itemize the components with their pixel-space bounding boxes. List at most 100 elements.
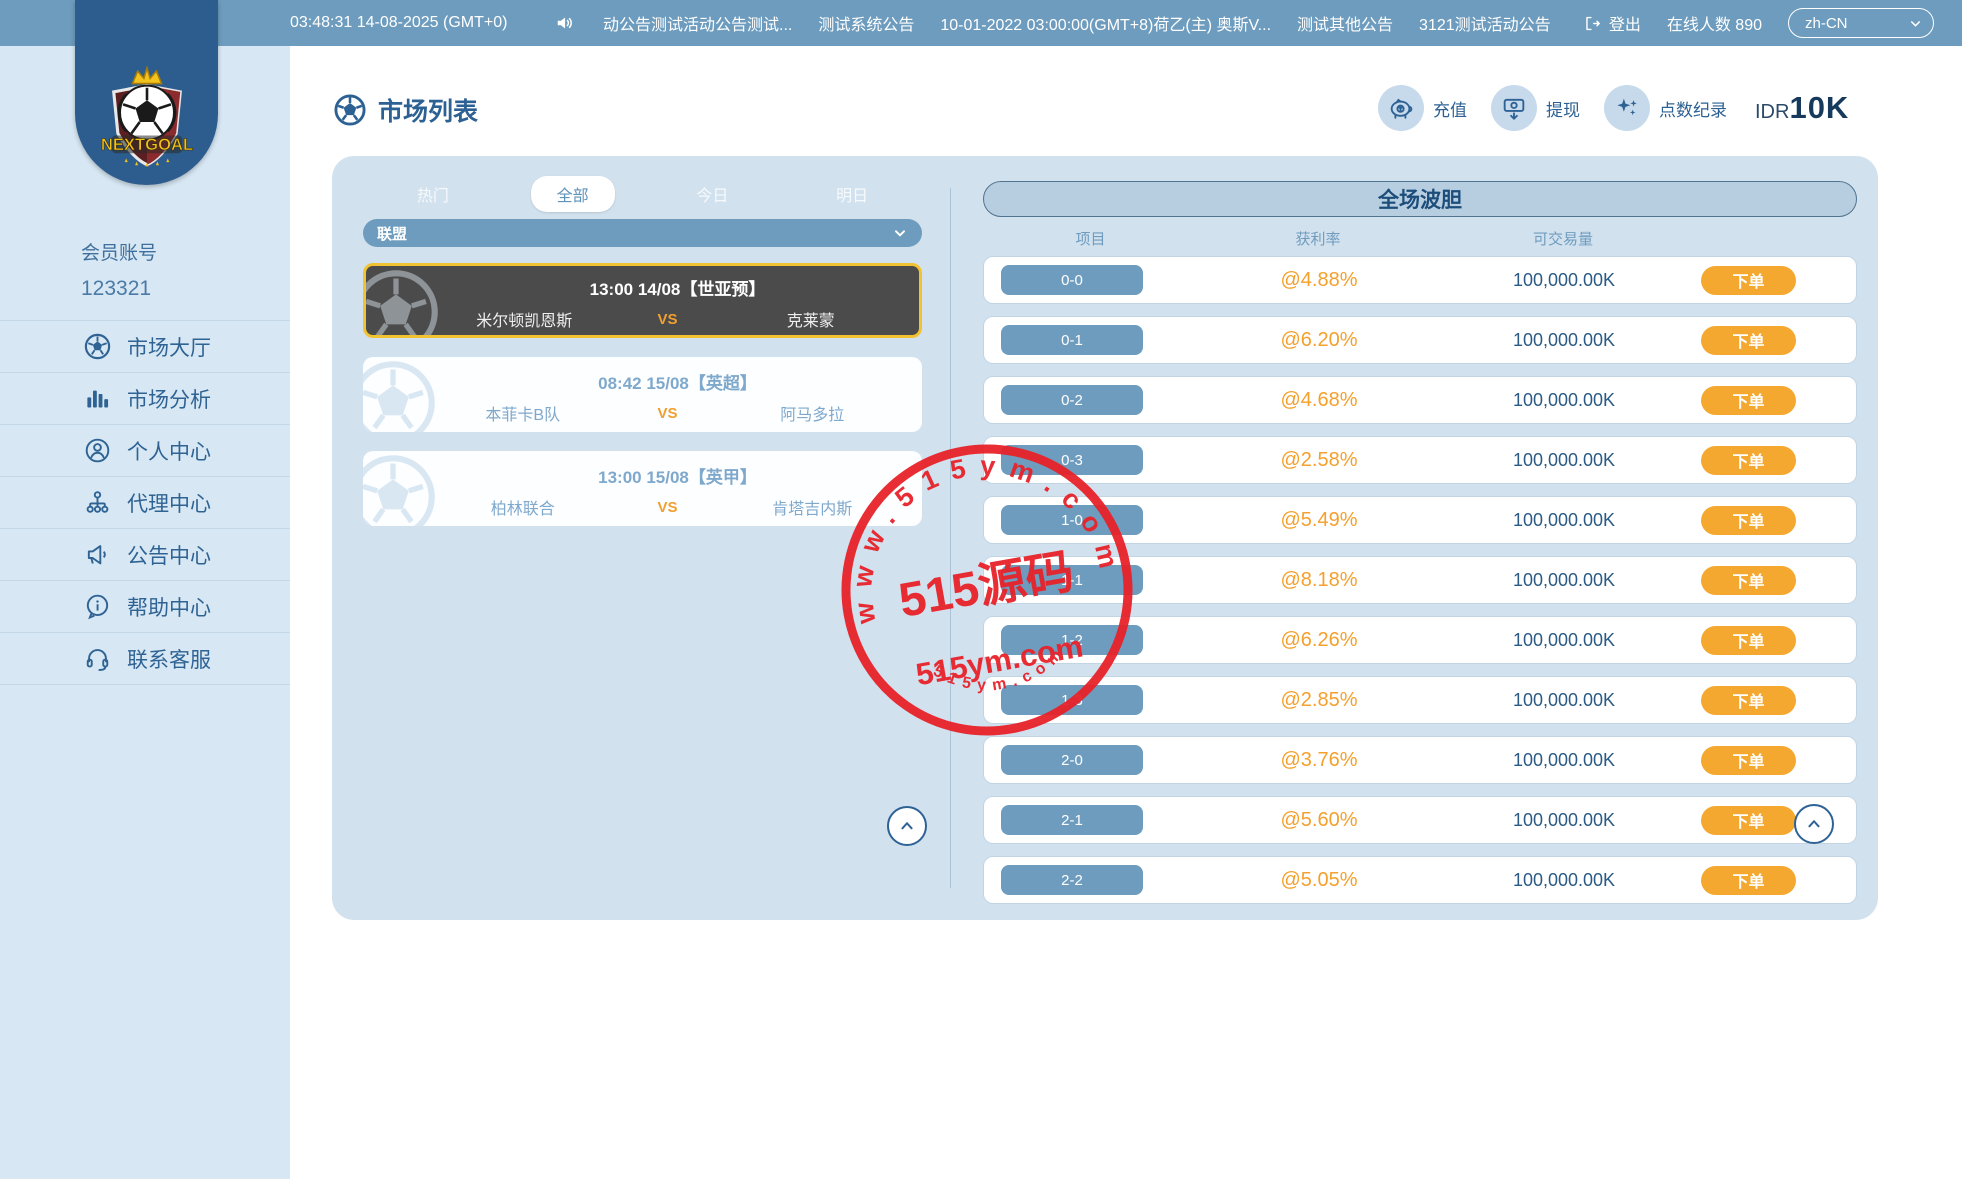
place-order-button[interactable]: 下单	[1701, 686, 1796, 715]
place-order-button[interactable]: 下单	[1701, 326, 1796, 355]
announcement-item: 10-01-2022 03:00:00(GMT+8)荷乙(主) 奥斯V...	[940, 11, 1271, 35]
odds-row: 2-0 @3.76% 100,000.00K 下单	[983, 736, 1857, 784]
profit-rate: @4.68%	[1199, 389, 1439, 412]
sidebar: 会员账号 123321 市场大厅 市场分析 个人中心 代理中心 公告中心 帮助中…	[0, 46, 290, 1179]
tradeable-volume: 100,000.00K	[1439, 330, 1689, 351]
market-tab[interactable]: 今日	[643, 178, 783, 210]
odds-row: 0-0 @4.88% 100,000.00K 下单	[983, 256, 1857, 304]
sidebar-item-label: 帮助中心	[127, 592, 211, 622]
announcement-ticker: 动公告测试活动公告测试... 测试系统公告 10-01-2022 03:00:00(…	[555, 0, 1595, 46]
odds-panel: 全场波胆 项目 获利率 可交易量 0-0 @4.88% 100,000.00K …	[983, 156, 1857, 920]
server-time: 03:48:31 14-08-2025 (GMT+0)	[290, 0, 507, 46]
header-action[interactable]: 充值	[1378, 85, 1467, 131]
profit-rate: @5.60%	[1199, 809, 1439, 832]
sidebar-item[interactable]: 代理中心	[0, 476, 290, 528]
place-order-button[interactable]: 下单	[1701, 746, 1796, 775]
odds-row: 2-1 @5.60% 100,000.00K 下单	[983, 796, 1857, 844]
match-list-panel: 热门 全部 今日 明日 联盟 13:00 14/08【世亚预】 米尔顿凯恩斯 V…	[363, 156, 922, 920]
match-card[interactable]: 08:42 15/08【英超】 本菲卡B队 VS 阿马多拉	[363, 357, 922, 432]
announcement-item: 测试系统公告	[818, 11, 914, 35]
place-order-button[interactable]: 下单	[1701, 626, 1796, 655]
match-time-league: 13:00 15/08【英甲】	[453, 463, 902, 488]
header-action-label: 充值	[1433, 96, 1467, 121]
agent-network-icon	[84, 489, 111, 516]
sidebar-item[interactable]: 个人中心	[0, 424, 290, 476]
odds-column-headers: 项目 获利率 可交易量	[983, 228, 1857, 249]
sidebar-item-label: 公告中心	[127, 540, 211, 570]
odds-row: 2-2 @5.05% 100,000.00K 下单	[983, 856, 1857, 904]
scroll-top-button-left[interactable]	[887, 806, 927, 846]
place-order-button[interactable]: 下单	[1701, 806, 1796, 835]
tradeable-volume: 100,000.00K	[1439, 690, 1689, 711]
column-header-volume: 可交易量	[1438, 228, 1688, 249]
odds-rows: 0-0 @4.88% 100,000.00K 下单 0-1 @6.20% 100…	[983, 256, 1857, 904]
market-container: 热门 全部 今日 明日 联盟 13:00 14/08【世亚预】 米尔顿凯恩斯 V…	[332, 156, 1878, 920]
sidebar-item-label: 市场大厅	[127, 332, 211, 362]
sidebar-item[interactable]: 市场分析	[0, 372, 290, 424]
language-value: zh-CN	[1805, 15, 1848, 32]
vs-label: VS	[623, 311, 713, 328]
away-team: 肯塔吉内斯	[713, 495, 913, 519]
points-record-icon	[1604, 85, 1650, 131]
score-pill: 0-3	[1001, 445, 1143, 475]
tradeable-volume: 100,000.00K	[1439, 630, 1689, 651]
place-order-button[interactable]: 下单	[1701, 386, 1796, 415]
help-icon	[84, 593, 111, 620]
home-team: 本菲卡B队	[423, 401, 623, 425]
logout-label: 登出	[1609, 11, 1641, 35]
chevron-down-icon	[892, 225, 908, 241]
place-order-button[interactable]: 下单	[1701, 566, 1796, 595]
odds-row: 0-1 @6.20% 100,000.00K 下单	[983, 316, 1857, 364]
match-time-league: 08:42 15/08【英超】	[453, 369, 902, 394]
bar-chart-icon	[84, 385, 111, 412]
sidebar-item-label: 个人中心	[127, 436, 211, 466]
match-list: 13:00 14/08【世亚预】 米尔顿凯恩斯 VS 克莱蒙 08:42 15/…	[363, 263, 922, 526]
language-select[interactable]: zh-CN	[1788, 8, 1934, 38]
svg-text:NEXTGOAL: NEXTGOAL	[100, 135, 192, 154]
odds-row: 1-0 @5.49% 100,000.00K 下单	[983, 496, 1857, 544]
tradeable-volume: 100,000.00K	[1439, 870, 1689, 891]
logout-button[interactable]: 登出	[1583, 11, 1641, 35]
market-tabs: 热门 全部 今日 明日	[363, 178, 922, 210]
tradeable-volume: 100,000.00K	[1439, 750, 1689, 771]
market-tab[interactable]: 全部	[503, 178, 643, 210]
member-account-id: 123321	[81, 277, 157, 301]
place-order-button[interactable]: 下单	[1701, 266, 1796, 295]
member-account-label: 会员账号	[81, 238, 157, 265]
balance: IDR10K	[1755, 90, 1849, 126]
header-action-label: 提现	[1546, 96, 1580, 121]
announcement-item: 动公告测试活动公告测试...	[603, 11, 792, 35]
sidebar-menu: 市场大厅 市场分析 个人中心 代理中心 公告中心 帮助中心 联系客服	[0, 320, 290, 685]
market-tab[interactable]: 明日	[782, 178, 922, 210]
place-order-button[interactable]: 下单	[1701, 506, 1796, 535]
sidebar-item[interactable]: 市场大厅	[0, 320, 290, 372]
place-order-button[interactable]: 下单	[1701, 446, 1796, 475]
place-order-button[interactable]: 下单	[1701, 866, 1796, 895]
header-action[interactable]: 点数纪录	[1604, 85, 1727, 131]
header-action[interactable]: 提现	[1491, 85, 1580, 131]
brand-logo[interactable]: NEXTGOAL	[75, 0, 218, 185]
odds-row: 1-1 @8.18% 100,000.00K 下单	[983, 556, 1857, 604]
league-filter-dropdown[interactable]: 联盟	[363, 219, 922, 247]
piggy-bank-icon	[1378, 85, 1424, 131]
sidebar-item[interactable]: 联系客服	[0, 632, 290, 685]
header-action-label: 点数纪录	[1659, 96, 1727, 121]
market-tab-label: 明日	[810, 176, 894, 212]
profit-rate: @5.49%	[1199, 509, 1439, 532]
tradeable-volume: 100,000.00K	[1439, 570, 1689, 591]
match-card[interactable]: 13:00 15/08【英甲】 柏林联合 VS 肯塔吉内斯	[363, 451, 922, 526]
sidebar-item[interactable]: 帮助中心	[0, 580, 290, 632]
market-tab[interactable]: 热门	[363, 178, 503, 210]
home-team: 柏林联合	[423, 495, 623, 519]
member-info: 会员账号 123321	[81, 238, 157, 301]
sidebar-item[interactable]: 公告中心	[0, 528, 290, 580]
match-card[interactable]: 13:00 14/08【世亚预】 米尔顿凯恩斯 VS 克莱蒙	[363, 263, 922, 338]
chevron-down-icon	[1908, 16, 1923, 31]
online-count: 在线人数 890	[1667, 11, 1762, 35]
topbar: 03:48:31 14-08-2025 (GMT+0) 动公告测试活动公告测试.…	[0, 0, 1962, 46]
scroll-top-button-right[interactable]	[1794, 804, 1834, 844]
match-time-league: 13:00 14/08【世亚预】	[456, 275, 899, 300]
profit-rate: @2.85%	[1199, 689, 1439, 712]
score-pill: 2-1	[1001, 805, 1143, 835]
score-pill: 2-2	[1001, 865, 1143, 895]
